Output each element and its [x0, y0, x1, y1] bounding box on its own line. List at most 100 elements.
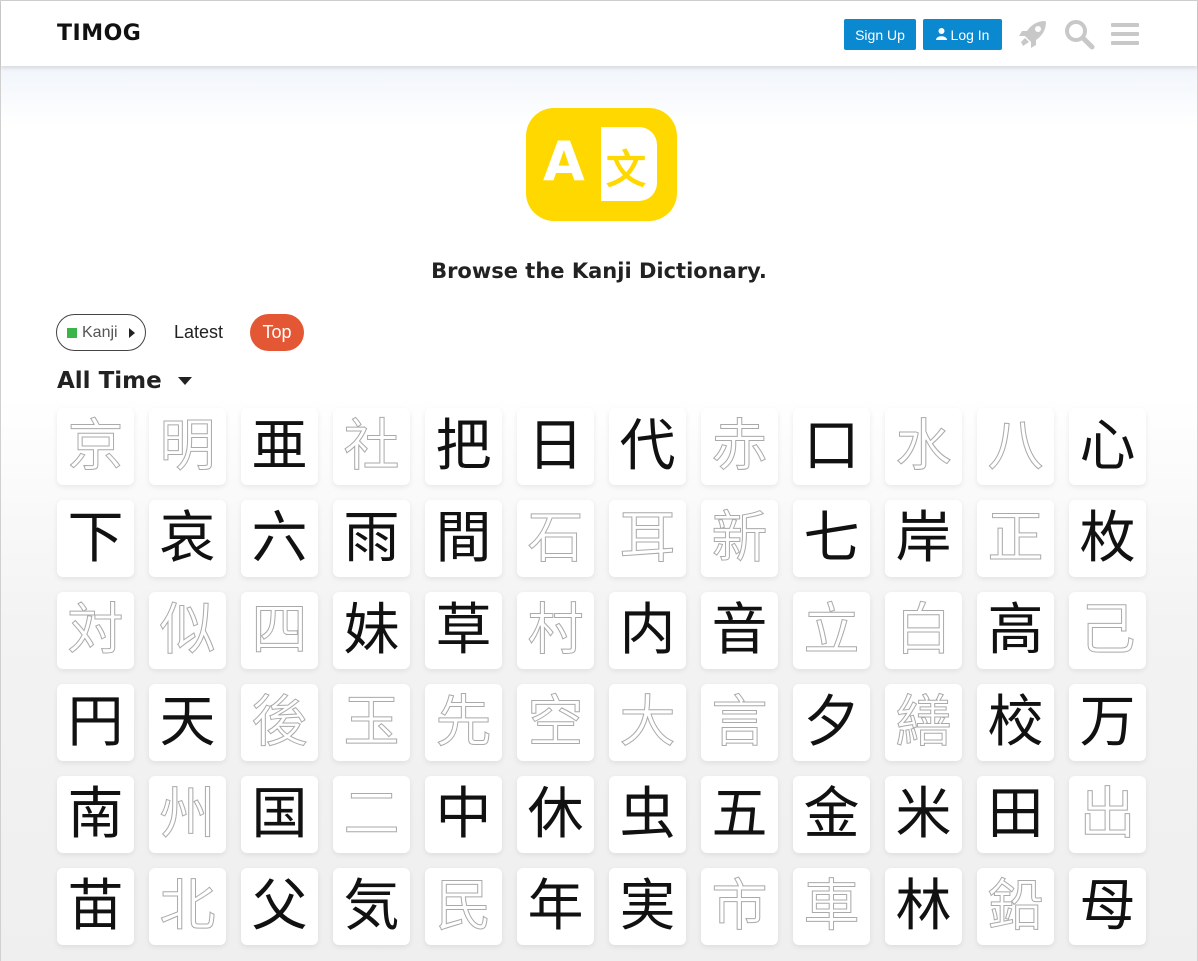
kanji-tile[interactable]: 似 [149, 592, 226, 669]
kanji-tile[interactable]: 田 [977, 776, 1054, 853]
kanji-tile[interactable]: 車 [793, 868, 870, 945]
kanji-tile[interactable]: 口 [793, 408, 870, 485]
kanji-tile[interactable]: 内 [609, 592, 686, 669]
kanji-tile[interactable]: 対 [57, 592, 134, 669]
kanji-tile[interactable]: 繕 [885, 684, 962, 761]
caret-down-icon [177, 377, 192, 385]
kanji-tile[interactable]: 大 [609, 684, 686, 761]
kanji-tile[interactable]: 白 [885, 592, 962, 669]
kanji-character: 年 [527, 873, 584, 939]
kanji-tile[interactable]: 雨 [333, 500, 410, 577]
logo-letter: A [543, 130, 585, 193]
kanji-tile[interactable]: 林 [885, 868, 962, 945]
kanji-character: 北 [159, 873, 216, 939]
kanji-character: 六 [251, 505, 308, 571]
kanji-tile[interactable]: 円 [57, 684, 134, 761]
kanji-character: 休 [527, 781, 584, 847]
kanji-tile[interactable]: 米 [885, 776, 962, 853]
kanji-tile[interactable]: 耳 [609, 500, 686, 577]
kanji-tile[interactable]: 村 [517, 592, 594, 669]
kanji-tile[interactable]: 心 [1069, 408, 1146, 485]
kanji-grid: 京明亜社把日代赤口水八心下哀六雨間石耳新七岸正枚対似四妹草村内音立白高己円天後玉… [57, 408, 1146, 945]
kanji-tile[interactable]: 己 [1069, 592, 1146, 669]
kanji-tile[interactable]: 市 [701, 868, 778, 945]
kanji-tile[interactable]: 水 [885, 408, 962, 485]
kanji-tile[interactable]: 出 [1069, 776, 1146, 853]
log-in-button[interactable]: Log In [923, 19, 1002, 50]
kanji-character: 代 [619, 413, 676, 479]
kanji-tile[interactable]: 赤 [701, 408, 778, 485]
kanji-tile[interactable]: 音 [701, 592, 778, 669]
kanji-tile[interactable]: 天 [149, 684, 226, 761]
kanji-tile[interactable]: 七 [793, 500, 870, 577]
tab-top[interactable]: Top [250, 314, 304, 351]
kanji-character: 内 [619, 597, 676, 663]
kanji-character: 京 [67, 413, 124, 479]
kanji-tile[interactable]: 南 [57, 776, 134, 853]
sign-up-button[interactable]: Sign Up [844, 19, 916, 50]
kanji-character: 言 [711, 689, 768, 755]
kanji-tile[interactable]: 中 [425, 776, 502, 853]
kanji-tile[interactable]: 六 [241, 500, 318, 577]
period-selector[interactable]: All Time [57, 368, 192, 394]
kanji-tile[interactable]: 立 [793, 592, 870, 669]
kanji-tile[interactable]: 言 [701, 684, 778, 761]
kanji-tile[interactable]: 新 [701, 500, 778, 577]
category-dropdown[interactable]: Kanji [56, 314, 146, 351]
kanji-tile[interactable]: 把 [425, 408, 502, 485]
kanji-tile[interactable]: 空 [517, 684, 594, 761]
kanji-tile[interactable]: 鉛 [977, 868, 1054, 945]
kanji-tile[interactable]: 四 [241, 592, 318, 669]
kanji-character: 母 [1079, 873, 1136, 939]
search-icon[interactable] [1063, 18, 1095, 50]
kanji-tile[interactable]: 亜 [241, 408, 318, 485]
kanji-tile[interactable]: 京 [57, 408, 134, 485]
kanji-tile[interactable]: 国 [241, 776, 318, 853]
kanji-tile[interactable]: 校 [977, 684, 1054, 761]
kanji-tile[interactable]: 実 [609, 868, 686, 945]
kanji-tile[interactable]: 二 [333, 776, 410, 853]
kanji-tile[interactable]: 年 [517, 868, 594, 945]
hamburger-menu-icon[interactable] [1109, 18, 1141, 50]
caret-right-icon [128, 327, 135, 338]
kanji-tile[interactable]: 草 [425, 592, 502, 669]
kanji-tile[interactable]: 高 [977, 592, 1054, 669]
kanji-tile[interactable]: 岸 [885, 500, 962, 577]
kanji-tile[interactable]: 明 [149, 408, 226, 485]
kanji-tile[interactable]: 金 [793, 776, 870, 853]
kanji-character: 日 [527, 413, 584, 479]
kanji-tile[interactable]: 五 [701, 776, 778, 853]
kanji-tile[interactable]: 州 [149, 776, 226, 853]
kanji-tile[interactable]: 正 [977, 500, 1054, 577]
kanji-tile[interactable]: 北 [149, 868, 226, 945]
kanji-tile[interactable]: 妹 [333, 592, 410, 669]
kanji-tile[interactable]: 父 [241, 868, 318, 945]
kanji-tile[interactable]: 石 [517, 500, 594, 577]
kanji-tile[interactable]: 日 [517, 408, 594, 485]
kanji-character: 高 [987, 597, 1044, 663]
kanji-tile[interactable]: 後 [241, 684, 318, 761]
kanji-tile[interactable]: 夕 [793, 684, 870, 761]
kanji-tile[interactable]: 虫 [609, 776, 686, 853]
kanji-character: 口 [803, 413, 860, 479]
kanji-tile[interactable]: 下 [57, 500, 134, 577]
kanji-tile[interactable]: 社 [333, 408, 410, 485]
kanji-character: 出 [1079, 781, 1136, 847]
kanji-tile[interactable]: 間 [425, 500, 502, 577]
kanji-tile[interactable]: 代 [609, 408, 686, 485]
kanji-tile[interactable]: 気 [333, 868, 410, 945]
kanji-tile[interactable]: 万 [1069, 684, 1146, 761]
kanji-tile[interactable]: 枚 [1069, 500, 1146, 577]
kanji-character: 苗 [67, 873, 124, 939]
tab-latest[interactable]: Latest [174, 322, 223, 343]
kanji-tile[interactable]: 民 [425, 868, 502, 945]
rocket-icon[interactable] [1017, 18, 1049, 50]
kanji-tile[interactable]: 哀 [149, 500, 226, 577]
kanji-tile[interactable]: 休 [517, 776, 594, 853]
site-logo[interactable]: TIMOG [57, 21, 141, 46]
kanji-tile[interactable]: 母 [1069, 868, 1146, 945]
kanji-tile[interactable]: 玉 [333, 684, 410, 761]
kanji-tile[interactable]: 苗 [57, 868, 134, 945]
kanji-tile[interactable]: 八 [977, 408, 1054, 485]
kanji-tile[interactable]: 先 [425, 684, 502, 761]
